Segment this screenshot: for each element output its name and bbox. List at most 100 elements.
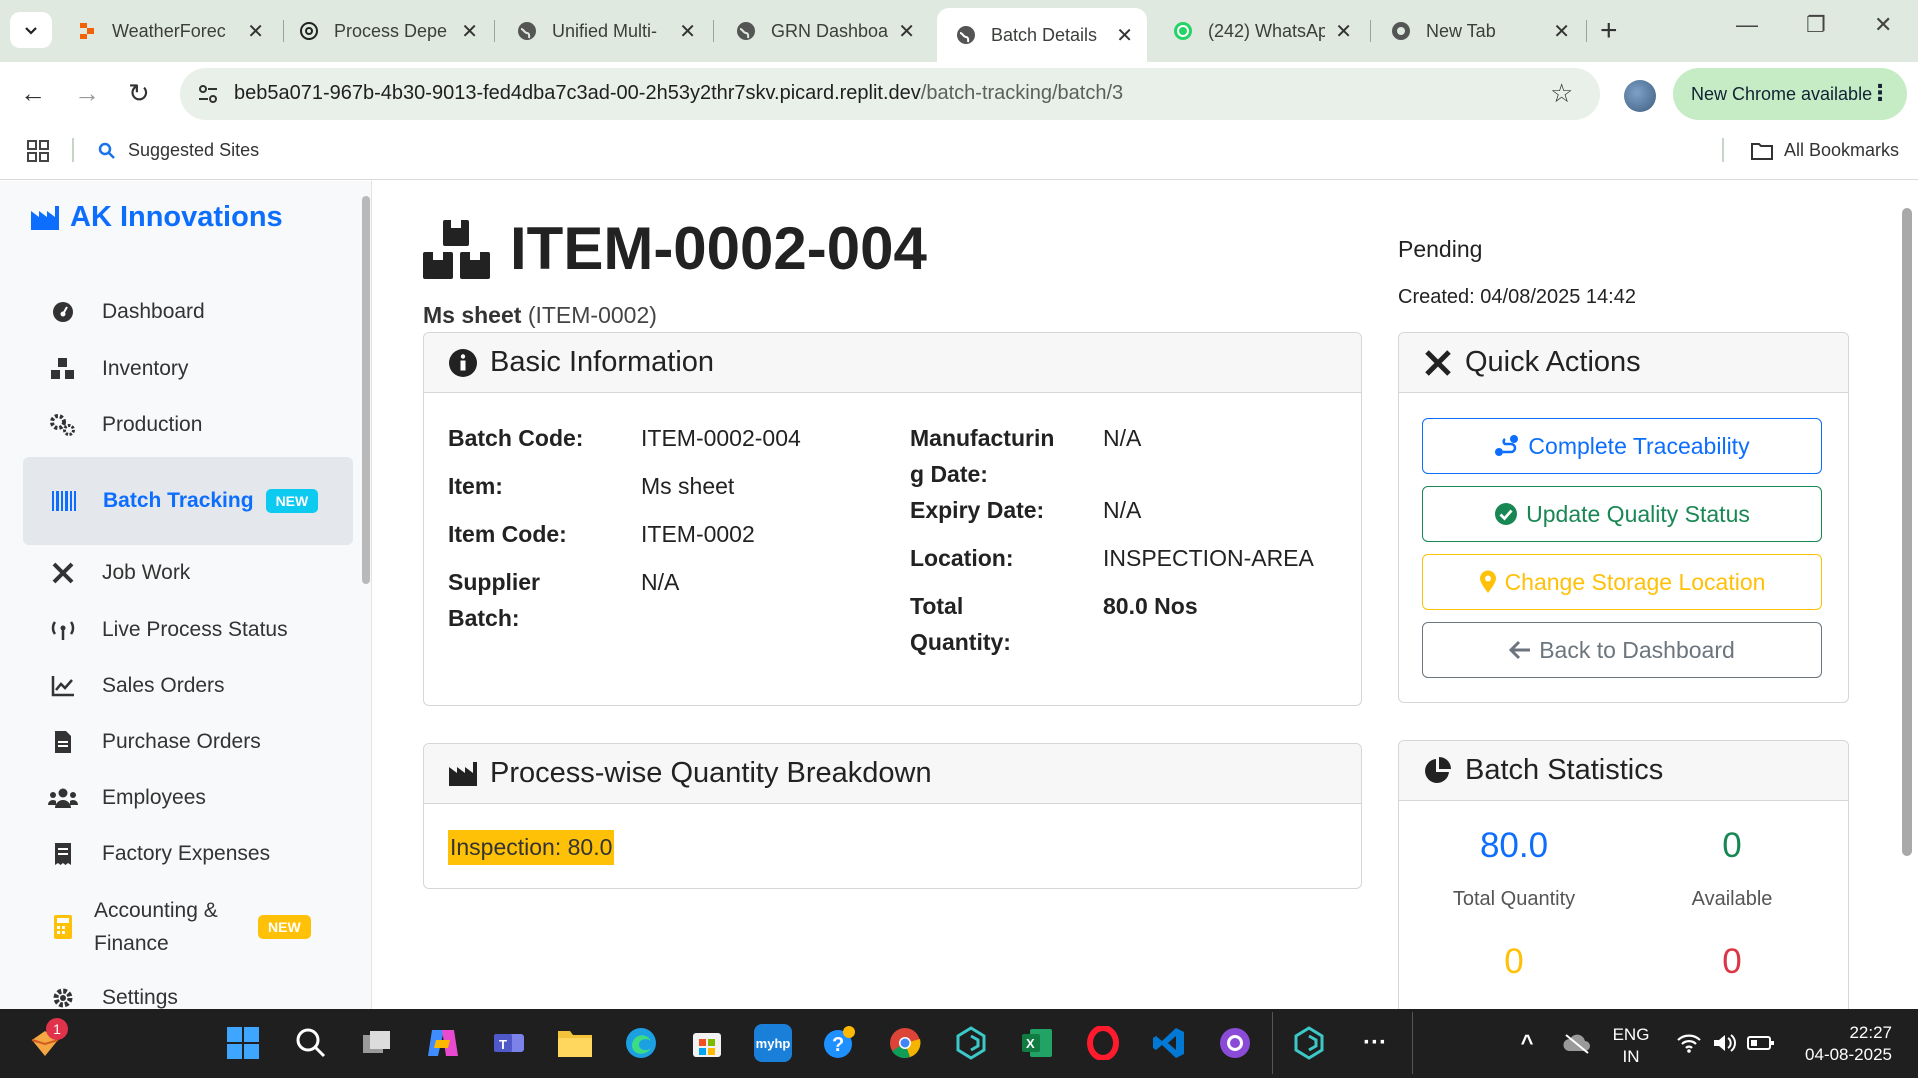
- sidebar-item-live-process-status[interactable]: Live Process Status: [48, 618, 288, 642]
- url-text[interactable]: beb5a071-967b-4b30-9013-fed4dba7c3ad-00-…: [234, 82, 1123, 105]
- clock-time[interactable]: 22:27: [1788, 1023, 1912, 1043]
- chrome-update-button[interactable]: New Chrome available ⋮: [1673, 68, 1907, 120]
- search-icon[interactable]: [292, 1024, 330, 1062]
- language-indicator[interactable]: ENG: [1610, 1025, 1652, 1045]
- more-apps-icon[interactable]: ···: [1356, 1024, 1394, 1062]
- kebab-menu-icon[interactable]: ⋮: [1869, 80, 1891, 106]
- tab-label: Unified Multi-: [552, 20, 658, 41]
- file-icon: [48, 730, 78, 754]
- apps-grid-icon[interactable]: [26, 139, 50, 163]
- teams-icon[interactable]: T: [490, 1024, 528, 1062]
- tab-grn[interactable]: GRN Dashboa ✕: [717, 10, 929, 52]
- chevron-up-icon[interactable]: ^: [1508, 1024, 1546, 1062]
- chevron-down-icon: [25, 27, 37, 35]
- sidebar-item-settings[interactable]: Settings: [48, 986, 178, 1010]
- process-breakdown-card: Process-wise Quantity Breakdown: [423, 743, 1362, 889]
- pie-chart-icon: [1425, 756, 1451, 783]
- item-name: Ms sheet: [423, 302, 522, 328]
- file-explorer-icon[interactable]: [556, 1024, 594, 1062]
- excel-icon[interactable]: X: [1018, 1024, 1056, 1062]
- sidebar-item-batch-tracking[interactable]: Batch Tracking NEW: [23, 457, 353, 545]
- new-badge: NEW: [265, 489, 319, 513]
- task-view-icon[interactable]: [358, 1024, 396, 1062]
- route-icon: [1495, 435, 1519, 456]
- volume-icon[interactable]: [1706, 1024, 1744, 1062]
- update-label: New Chrome available: [1691, 83, 1873, 104]
- close-icon[interactable]: ✕: [679, 19, 696, 44]
- sidebar-item-dashboard[interactable]: Dashboard: [48, 300, 205, 324]
- update-quality-status-button[interactable]: Update Quality Status: [1422, 486, 1822, 542]
- microsoft-store-icon[interactable]: [688, 1024, 726, 1062]
- tab-batch-details[interactable]: Batch Details ✕: [937, 8, 1147, 62]
- github-desktop-icon[interactable]: [1216, 1024, 1254, 1062]
- item-subtitle: Ms sheet (ITEM-0002): [423, 302, 657, 329]
- myhp-icon[interactable]: myhp: [754, 1024, 792, 1062]
- sidebar-item-factory-expenses[interactable]: Factory Expenses: [48, 842, 270, 866]
- site-settings-icon[interactable]: [196, 82, 220, 106]
- sidebar-item-inventory[interactable]: Inventory: [48, 357, 188, 381]
- chrome-icon[interactable]: [886, 1024, 924, 1062]
- svg-text:X: X: [1026, 1036, 1035, 1051]
- close-icon[interactable]: ✕: [898, 19, 915, 44]
- all-bookmarks-button[interactable]: All Bookmarks: [1750, 140, 1899, 161]
- info-circle-icon: [449, 348, 477, 377]
- copilot-icon[interactable]: [424, 1024, 462, 1062]
- item-value: Ms sheet: [641, 473, 735, 499]
- windows-start-icon[interactable]: [224, 1024, 262, 1062]
- sidebar-scrollbar[interactable]: [362, 196, 370, 584]
- vscode-icon[interactable]: [1150, 1024, 1188, 1062]
- close-icon[interactable]: ✕: [461, 19, 478, 44]
- complete-traceability-button[interactable]: Complete Traceability: [1422, 418, 1822, 474]
- tab-label: Process Depe: [334, 20, 448, 41]
- tab-weather[interactable]: WeatherForec ✕: [58, 10, 278, 52]
- minimize-icon[interactable]: —: [1736, 12, 1758, 38]
- process-quantity-inspection: Inspection: 80.0: [448, 830, 615, 865]
- page-scrollbar[interactable]: [1902, 208, 1912, 856]
- tab-process[interactable]: Process Depe ✕: [280, 10, 492, 52]
- cloud-offline-icon[interactable]: [1558, 1024, 1596, 1062]
- forward-arrow-icon[interactable]: →: [74, 78, 100, 109]
- sidebar-item-label: Accounting & Finance: [94, 894, 246, 960]
- back-arrow-icon[interactable]: ←: [20, 78, 46, 109]
- sidebar-item-sales-orders[interactable]: Sales Orders: [48, 674, 225, 698]
- supplier-batch-label-cont: Batch:: [448, 605, 520, 631]
- location-label: Location:: [910, 545, 1014, 571]
- wifi-icon[interactable]: [1670, 1024, 1708, 1062]
- sidebar-item-purchase-orders[interactable]: Purchase Orders: [48, 730, 261, 754]
- total-quantity-value: 80.0 Nos: [1103, 593, 1198, 619]
- brand-logo[interactable]: AK Innovations: [30, 201, 283, 234]
- sidebar-item-accounting-finance[interactable]: Accounting & Finance NEW: [48, 894, 311, 960]
- sidebar-item-job-work[interactable]: Job Work: [48, 561, 190, 585]
- clock-date[interactable]: 04-08-2025: [1788, 1045, 1912, 1065]
- sidebar-item-label: Batch Tracking: [103, 489, 254, 512]
- close-icon[interactable]: ✕: [1553, 19, 1570, 44]
- tab-label: WeatherForec: [112, 20, 226, 41]
- new-tab-plus-icon[interactable]: +: [1600, 14, 1618, 48]
- close-icon[interactable]: ✕: [247, 19, 264, 44]
- opera-icon[interactable]: [1084, 1024, 1122, 1062]
- users-icon: [48, 787, 78, 809]
- tab-unified[interactable]: Unified Multi- ✕: [498, 10, 710, 52]
- tools-icon: [1425, 349, 1451, 376]
- restore-icon[interactable]: ❐: [1806, 12, 1826, 38]
- tab-new-tab[interactable]: New Tab ✕: [1372, 10, 1584, 52]
- sidebar-item-production[interactable]: Production: [48, 413, 202, 437]
- sidebar-item-label-line1: Accounting &: [94, 899, 218, 922]
- app-hexagon-icon[interactable]: [952, 1024, 990, 1062]
- bookmark-suggested-sites[interactable]: Suggested Sites: [98, 140, 259, 161]
- close-icon[interactable]: ✕: [1335, 19, 1352, 44]
- battery-icon[interactable]: [1742, 1024, 1780, 1062]
- bookmark-star-icon[interactable]: ☆: [1550, 78, 1573, 109]
- reload-icon[interactable]: ↻: [128, 78, 150, 109]
- tab-whatsapp[interactable]: (242) WhatsAp ✕: [1154, 10, 1366, 52]
- sidebar-item-employees[interactable]: Employees: [48, 786, 206, 810]
- tab-search-button[interactable]: [10, 12, 52, 48]
- edge-icon[interactable]: [622, 1024, 660, 1062]
- profile-avatar[interactable]: [1624, 80, 1656, 112]
- change-storage-location-button[interactable]: Change Storage Location: [1422, 554, 1822, 610]
- help-icon[interactable]: ?: [820, 1024, 858, 1062]
- app-hexagon-icon[interactable]: [1290, 1024, 1328, 1062]
- close-icon[interactable]: ✕: [1116, 23, 1133, 48]
- back-to-dashboard-button[interactable]: Back to Dashboard: [1422, 622, 1822, 678]
- window-close-icon[interactable]: ✕: [1874, 12, 1892, 38]
